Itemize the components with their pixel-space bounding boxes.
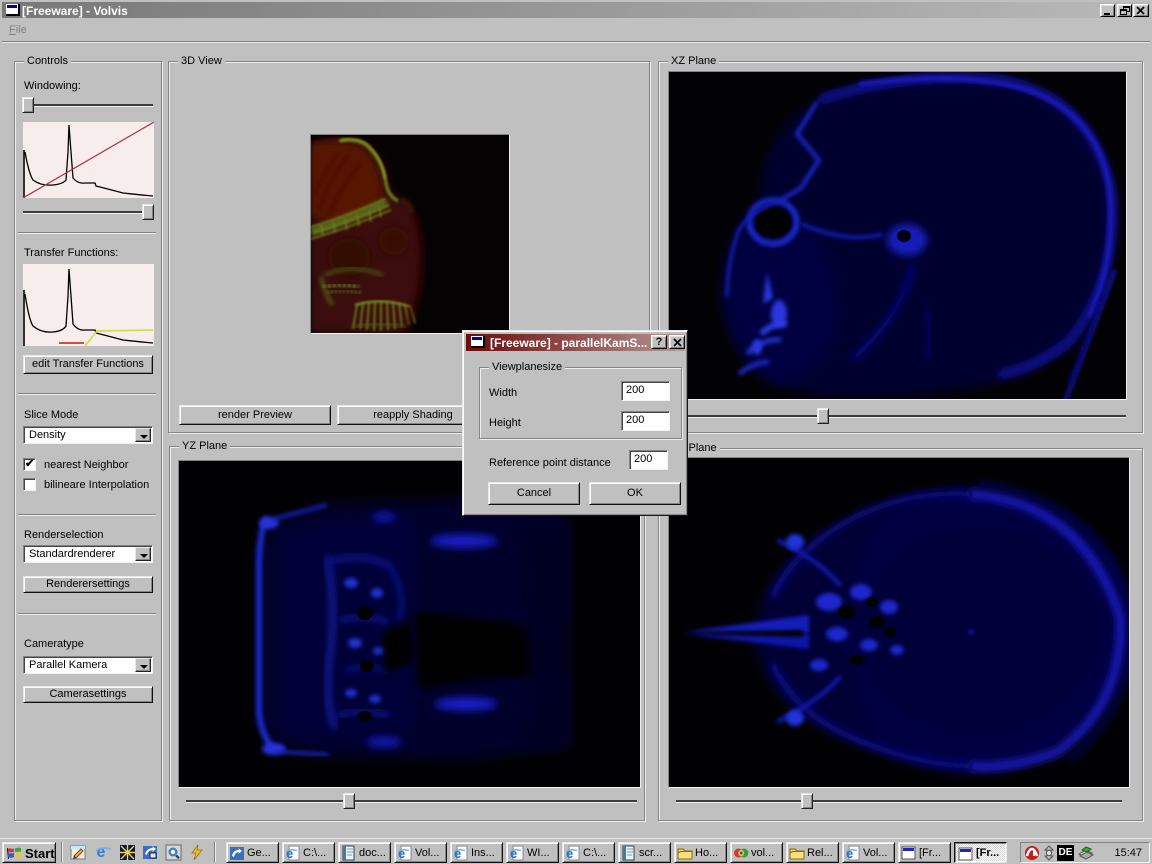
svg-text:e: e: [97, 844, 106, 860]
